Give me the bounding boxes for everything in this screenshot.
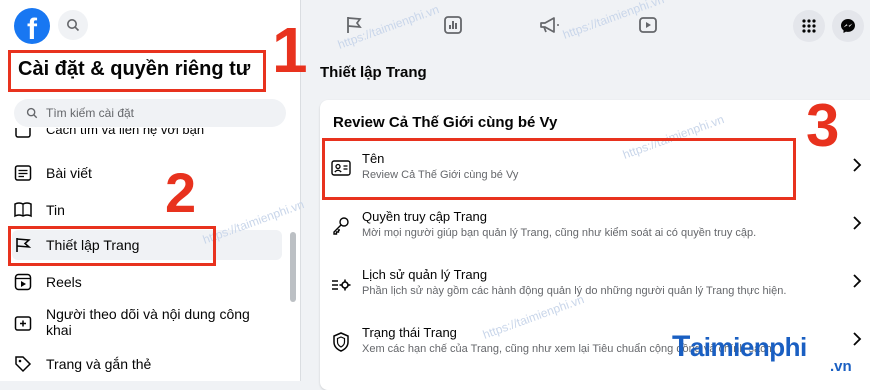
book-icon xyxy=(12,199,34,221)
messenger-button[interactable] xyxy=(832,10,864,42)
sidebar-item-label: Reels xyxy=(46,274,82,290)
sidebar-item-label: Trang và gắn thẻ xyxy=(46,356,152,372)
sidebar-item-contact[interactable]: Cách tìm và liên hệ với bạn xyxy=(12,128,282,144)
row-label: Quyền truy cập Trang xyxy=(362,209,488,224)
facebook-logo-icon[interactable]: f xyxy=(14,8,50,44)
search-input[interactable] xyxy=(44,105,268,121)
sidebar-scrollbar[interactable] xyxy=(290,232,296,302)
messenger-icon xyxy=(841,19,855,33)
annotation-number-1: 1 xyxy=(272,14,308,86)
sidebar-item-followers[interactable]: Người theo dõi và nội dung công khai xyxy=(12,306,282,342)
brand-initial: T xyxy=(672,330,690,363)
tag-icon xyxy=(12,353,34,375)
chevron-right-icon xyxy=(852,273,862,294)
sidebar-item-tagging[interactable]: Trang và gắn thẻ xyxy=(12,352,282,376)
row-description: Mời mọi người giúp bạn quản lý Trang, cũ… xyxy=(362,227,757,239)
post-icon xyxy=(12,162,34,184)
annotation-box-3 xyxy=(322,138,796,200)
settings-search[interactable] xyxy=(14,99,286,127)
brand-name: aimienphi xyxy=(689,332,807,362)
shield-icon xyxy=(330,331,352,353)
sidebar-item-label: Tin xyxy=(46,202,65,218)
annotation-number-2: 2 xyxy=(165,161,197,224)
sidebar-item-label: Người theo dõi và nội dung công khai xyxy=(46,306,250,338)
annotation-number-3: 3 xyxy=(806,92,840,159)
management-history-row[interactable]: Lịch sử quản lý Trang Phần lịch sử này g… xyxy=(330,267,870,307)
page-access-row[interactable]: Quyền truy cập Trang Mời mọi người giúp … xyxy=(330,209,870,249)
video-icon[interactable] xyxy=(635,12,661,38)
chevron-right-icon xyxy=(852,331,862,352)
sidebar-item-posts[interactable]: Bài viết xyxy=(12,160,282,186)
search-icon xyxy=(67,19,80,32)
menu-button[interactable] xyxy=(793,10,825,42)
annotation-box-1 xyxy=(8,50,266,92)
reels-icon xyxy=(12,271,34,293)
chevron-right-icon xyxy=(852,215,862,236)
settings-list-icon xyxy=(330,273,352,295)
brand-tld: .vn xyxy=(830,358,852,375)
chevron-right-icon xyxy=(852,157,862,178)
megaphone-icon[interactable] xyxy=(537,12,563,38)
insights-icon[interactable] xyxy=(440,12,466,38)
search-button[interactable] xyxy=(58,10,88,40)
row-label: Lịch sử quản lý Trang xyxy=(362,267,488,282)
sidebar-item-label: Bài viết xyxy=(46,165,92,181)
contact-icon xyxy=(12,128,34,142)
section-title: Thiết lập Trang xyxy=(320,64,427,81)
annotation-box-2 xyxy=(8,226,216,266)
key-icon xyxy=(330,215,352,237)
card-title: Review Cả Thế Giới cùng bé Vy xyxy=(333,114,558,131)
brand-watermark-logo: Taimienphi xyxy=(672,330,807,364)
sidebar-item-label: Cách tìm và liên hệ với bạn xyxy=(46,128,205,137)
search-icon xyxy=(26,107,38,119)
public-icon xyxy=(12,312,34,334)
sidebar-item-reels[interactable]: Reels xyxy=(12,269,282,295)
grid-menu-icon xyxy=(802,19,816,33)
row-label: Trạng thái Trang xyxy=(362,325,457,340)
